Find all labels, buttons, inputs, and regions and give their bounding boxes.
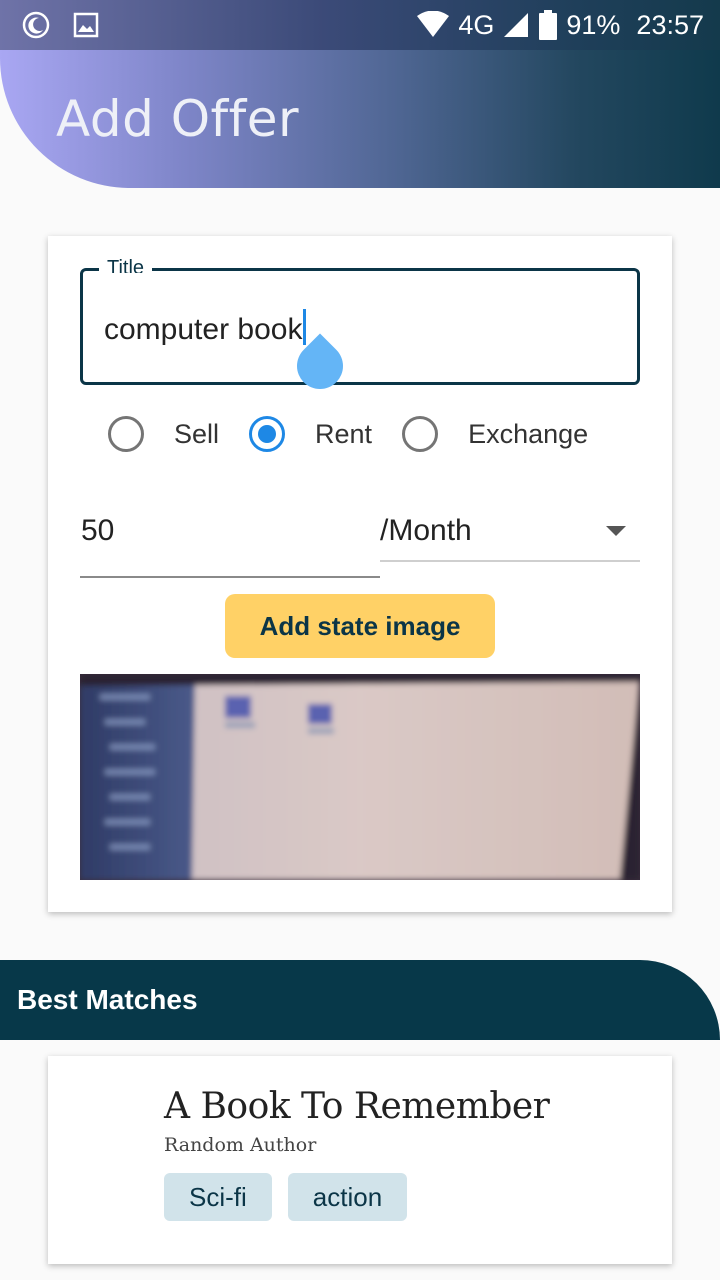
offer-form-card: Title computer book Sell Rent Exchange 5… bbox=[48, 236, 672, 912]
title-label: Title bbox=[99, 257, 153, 273]
chevron-down-icon bbox=[606, 526, 626, 536]
tag-chip: Sci-fi bbox=[164, 1173, 272, 1221]
price-value: 50 bbox=[81, 514, 115, 547]
battery-level: 91% bbox=[566, 9, 621, 40]
network-type: 4G bbox=[458, 9, 495, 40]
best-matches-header: Best Matches bbox=[0, 960, 720, 1040]
book-title: A Book To Remember bbox=[164, 1086, 550, 1127]
radio-rent-label[interactable]: Rent bbox=[315, 419, 372, 450]
battery-icon bbox=[538, 10, 558, 40]
tag-chip: action bbox=[287, 1173, 408, 1221]
radio-rent[interactable] bbox=[249, 416, 286, 452]
signal-icon bbox=[502, 11, 530, 39]
status-bar: 4G 91% 23:57 bbox=[0, 0, 720, 50]
moon-icon bbox=[22, 11, 50, 39]
book-tags: Sci-fi action bbox=[164, 1173, 408, 1221]
title-input[interactable]: Title computer book bbox=[80, 257, 640, 399]
radio-exchange[interactable] bbox=[402, 416, 439, 452]
best-matches-heading: Best Matches bbox=[17, 984, 198, 1015]
period-dropdown[interactable]: /Month bbox=[380, 498, 640, 562]
title-value: computer book bbox=[104, 313, 303, 346]
wifi-icon bbox=[416, 11, 450, 39]
page-title: Add Offer bbox=[56, 90, 300, 148]
price-input[interactable]: 50 bbox=[80, 498, 380, 578]
book-author: Random Author bbox=[164, 1134, 317, 1156]
offer-type-group: Sell Rent Exchange bbox=[108, 412, 588, 456]
match-card[interactable]: A Book To Remember Random Author Sci-fi … bbox=[48, 1056, 672, 1264]
add-state-image-button[interactable]: Add state image bbox=[225, 594, 495, 658]
period-value: /Month bbox=[380, 514, 472, 547]
radio-sell-label[interactable]: Sell bbox=[174, 419, 219, 450]
state-image-preview bbox=[80, 674, 640, 880]
app-header: Add Offer bbox=[0, 50, 720, 188]
text-cursor bbox=[303, 309, 307, 345]
clock: 23:57 bbox=[636, 9, 704, 40]
radio-exchange-label[interactable]: Exchange bbox=[468, 419, 588, 450]
radio-sell[interactable] bbox=[108, 416, 144, 452]
image-icon bbox=[72, 11, 100, 39]
